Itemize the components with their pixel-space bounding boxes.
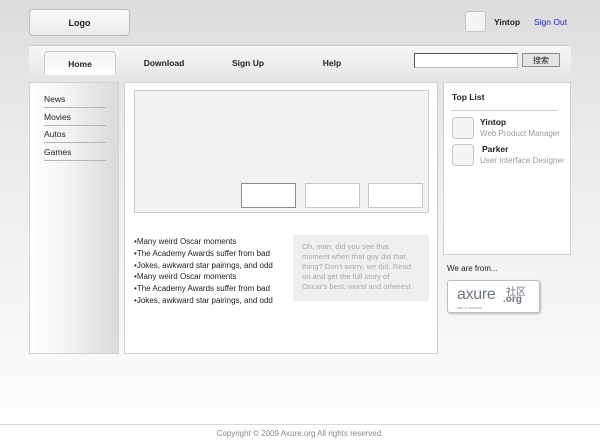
- footer-divider: [0, 424, 600, 425]
- logo[interactable]: Logo: [29, 9, 130, 36]
- avatar[interactable]: [452, 144, 474, 166]
- top-user-role: Web Product Manager: [480, 129, 560, 138]
- news-link[interactable]: Jokes, awkward star pairings, and odd: [134, 295, 284, 307]
- axure-logo-badge[interactable]: axure 社区 .org SEE IT HAPPEN: [447, 280, 540, 313]
- search-button[interactable]: 搜索: [522, 53, 560, 67]
- top-user-name[interactable]: Parker: [482, 144, 508, 154]
- quote-line: Oh, man, did you see that: [302, 242, 389, 251]
- sidebar-item-movies[interactable]: Movies: [44, 109, 106, 126]
- tab-download[interactable]: Download: [132, 51, 196, 75]
- quote-box: Oh, man, did you see that moment when th…: [293, 235, 429, 301]
- avatar[interactable]: [452, 117, 474, 139]
- we-are-from-label: We are from...: [447, 264, 498, 273]
- sidebar-item-news[interactable]: News: [44, 91, 106, 108]
- news-link[interactable]: The Academy Awards suffer from bad: [134, 283, 284, 295]
- banner-thumbnail[interactable]: [241, 183, 296, 208]
- tab-help[interactable]: Help: [306, 51, 358, 75]
- tab-sign-up[interactable]: Sign Up: [218, 51, 278, 75]
- sidebar-item-games[interactable]: Games: [44, 144, 106, 161]
- axure-logo-text: axure: [457, 286, 496, 303]
- banner-thumbnail[interactable]: [368, 183, 423, 208]
- user-name: Yintop: [494, 17, 521, 27]
- news-link[interactable]: The Academy Awards suffer from bad: [134, 248, 284, 260]
- tab-home[interactable]: Home: [44, 51, 116, 75]
- quote-line: moment when that guy did that: [302, 252, 406, 261]
- top-user-role: User Interface Designer: [480, 156, 565, 165]
- news-link[interactable]: Many weird Oscar moments: [134, 271, 284, 283]
- top-list-panel: [443, 82, 571, 255]
- axure-logo-org: .org: [503, 294, 522, 305]
- news-list: Many weird Oscar moments The Academy Awa…: [134, 236, 284, 307]
- quote-line: on and get the full story of: [302, 272, 390, 281]
- news-link[interactable]: Many weird Oscar moments: [134, 236, 284, 248]
- top-user-name[interactable]: Yintop: [480, 117, 506, 127]
- axure-logo-tagline: SEE IT HAPPEN: [457, 306, 483, 310]
- divider: [451, 110, 558, 111]
- copyright: Copyright © 2009 Axure.org All rights re…: [216, 429, 384, 438]
- banner-thumbnail[interactable]: [305, 183, 360, 208]
- sign-out-link[interactable]: Sign Out: [534, 17, 567, 27]
- sidebar-item-autos[interactable]: Autos: [44, 126, 106, 143]
- user-avatar[interactable]: [465, 11, 486, 32]
- quote-line: Oscar's best, worst and otherest.: [302, 282, 413, 291]
- quote-line: thing? Don't worry, we did. Read: [302, 262, 411, 271]
- search-input[interactable]: [414, 53, 518, 68]
- news-link[interactable]: Jokes, awkward star pairings, and odd: [134, 260, 284, 272]
- top-list-title: Top List: [452, 92, 485, 102]
